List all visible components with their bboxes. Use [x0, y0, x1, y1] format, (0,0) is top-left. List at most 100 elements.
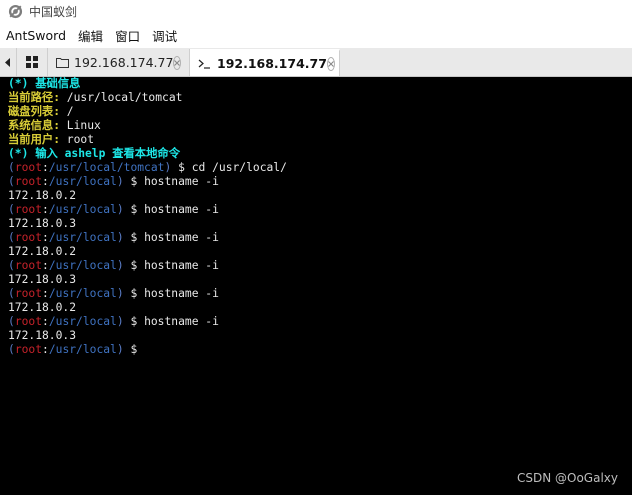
prompt-line: (root:/usr/local) $ hostname -i — [8, 203, 632, 217]
window-title: 中国蚁剑 — [29, 4, 78, 19]
info-help: (*) 输入 ashelp 查看本地命令 — [8, 147, 180, 160]
menu-bar: AntSword 编辑 窗口 调试 — [0, 22, 632, 49]
prompt-paren: ( — [8, 161, 15, 174]
tab-bar: 192.168.174.77 192.168.174.77 — [0, 48, 632, 77]
prompt-paren: ) — [116, 343, 124, 356]
output-text: 172.18.0.2 — [8, 245, 77, 258]
prompt-dollar: $ — [123, 203, 138, 216]
prompt-user: root — [14, 315, 43, 328]
prompt-path: /usr/local/tomcat — [48, 161, 165, 174]
prompt-paren: ( — [8, 287, 15, 300]
output-text: 172.18.0.3 — [8, 329, 77, 342]
prompt-user: root — [14, 259, 43, 272]
info-header: (*) 基础信息 — [8, 77, 81, 90]
prompt-colon: : — [42, 287, 49, 300]
prompt-colon: : — [42, 259, 49, 272]
terminal-history: (root:/usr/local/tomcat) $ cd /usr/local… — [8, 161, 632, 357]
output-line: 172.18.0.3 — [8, 217, 632, 231]
arrow-left-icon — [5, 57, 10, 67]
command-text: hostname -i — [137, 315, 219, 328]
prompt-paren: ( — [8, 259, 15, 272]
command-text: cd /usr/local/ — [184, 161, 287, 174]
prompt-path: /usr/local — [48, 287, 117, 300]
prompt-dollar: $ — [171, 161, 185, 174]
prompt-dollar: $ — [123, 343, 138, 356]
command-text: hostname -i — [137, 203, 219, 216]
grid-icon — [26, 56, 38, 68]
prompt-line: (root:/usr/local) $ hostname -i — [8, 259, 632, 273]
tab-terminal[interactable]: 192.168.174.77 — [190, 49, 340, 76]
command-text: hostname -i — [137, 175, 219, 188]
output-line: 172.18.0.2 — [8, 189, 632, 203]
prompt-dollar: $ — [123, 315, 138, 328]
prompt-path: /usr/local — [48, 259, 117, 272]
prompt-path: /usr/local — [48, 203, 117, 216]
menu-window[interactable]: 窗口 — [109, 26, 146, 45]
scroll-tabs-left-button[interactable] — [0, 48, 17, 76]
close-icon[interactable] — [173, 55, 182, 70]
prompt-user: root — [14, 287, 43, 300]
prompt-paren: ) — [116, 315, 124, 328]
prompt-paren: ) — [116, 175, 124, 188]
output-text: 172.18.0.3 — [8, 273, 77, 286]
prompt-path: /usr/local — [48, 343, 117, 356]
prompt-line: (root:/usr/local) $ hostname -i — [8, 231, 632, 245]
watermark: CSDN @OoGalxy — [516, 471, 618, 485]
tab-label: 192.168.174.77 — [74, 55, 174, 70]
prompt-colon: : — [42, 175, 49, 188]
prompt-colon: : — [42, 343, 49, 356]
prompt-colon: : — [42, 231, 49, 244]
tab-file-manager[interactable]: 192.168.174.77 — [48, 49, 190, 76]
command-text: hostname -i — [137, 231, 219, 244]
prompt-user: root — [14, 203, 43, 216]
prompt-dollar: $ — [123, 287, 138, 300]
prompt-paren: ) — [116, 259, 124, 272]
prompt-line: (root:/usr/local) $ hostname -i — [8, 315, 632, 329]
prompt-path: /usr/local — [48, 231, 117, 244]
prompt-line: (root:/usr/local/tomcat) $ cd /usr/local… — [8, 161, 632, 175]
menu-edit[interactable]: 编辑 — [72, 26, 109, 45]
output-text: 172.18.0.2 — [8, 189, 77, 202]
prompt-colon: : — [42, 161, 49, 174]
tab-label: 192.168.174.77 — [217, 56, 327, 71]
prompt-user: root — [14, 231, 43, 244]
info-user: 当前用户: root — [8, 133, 95, 146]
terminal-output[interactable]: (*) 基础信息 当前路径: /usr/local/tomcat 磁盘列表: /… — [0, 77, 632, 495]
command-text: hostname -i — [137, 259, 219, 272]
close-icon[interactable] — [326, 56, 335, 71]
prompt-paren: ( — [8, 315, 15, 328]
prompt-path: /usr/local — [48, 315, 117, 328]
output-line: 172.18.0.2 — [8, 245, 632, 259]
output-text: 172.18.0.2 — [8, 301, 77, 314]
prompt-dollar: $ — [123, 175, 138, 188]
prompt-user: root — [14, 175, 43, 188]
output-text: 172.18.0.3 — [8, 217, 77, 230]
menu-debug[interactable]: 调试 — [146, 26, 183, 45]
prompt-colon: : — [42, 315, 49, 328]
info-disk: 磁盘列表: / — [8, 105, 74, 118]
prompt-user: root — [14, 161, 43, 174]
prompt-colon: : — [42, 203, 49, 216]
prompt-path: /usr/local — [48, 175, 117, 188]
prompt-line: (root:/usr/local) $ hostname -i — [8, 175, 632, 189]
prompt-paren: ) — [116, 203, 124, 216]
home-grid-button[interactable] — [17, 48, 48, 76]
info-system: 系统信息: Linux — [8, 119, 101, 132]
info-path: 当前路径: /usr/local/tomcat — [8, 91, 183, 104]
prompt-paren: ) — [116, 287, 124, 300]
prompt-paren: ( — [8, 203, 15, 216]
prompt-line: (root:/usr/local) $ — [8, 343, 632, 357]
output-line: 172.18.0.2 — [8, 301, 632, 315]
folder-icon — [56, 57, 69, 69]
prompt-dollar: $ — [123, 231, 138, 244]
prompt-user: root — [14, 343, 43, 356]
output-line: 172.18.0.3 — [8, 273, 632, 287]
terminal-icon — [198, 58, 212, 70]
prompt-paren: ( — [8, 231, 15, 244]
prompt-paren: ) — [116, 231, 124, 244]
prompt-dollar: $ — [123, 259, 138, 272]
menu-antsword[interactable]: AntSword — [0, 28, 72, 43]
prompt-paren: ( — [8, 343, 15, 356]
title-bar: 中国蚁剑 — [0, 0, 632, 22]
antsword-logo-icon — [8, 4, 23, 18]
